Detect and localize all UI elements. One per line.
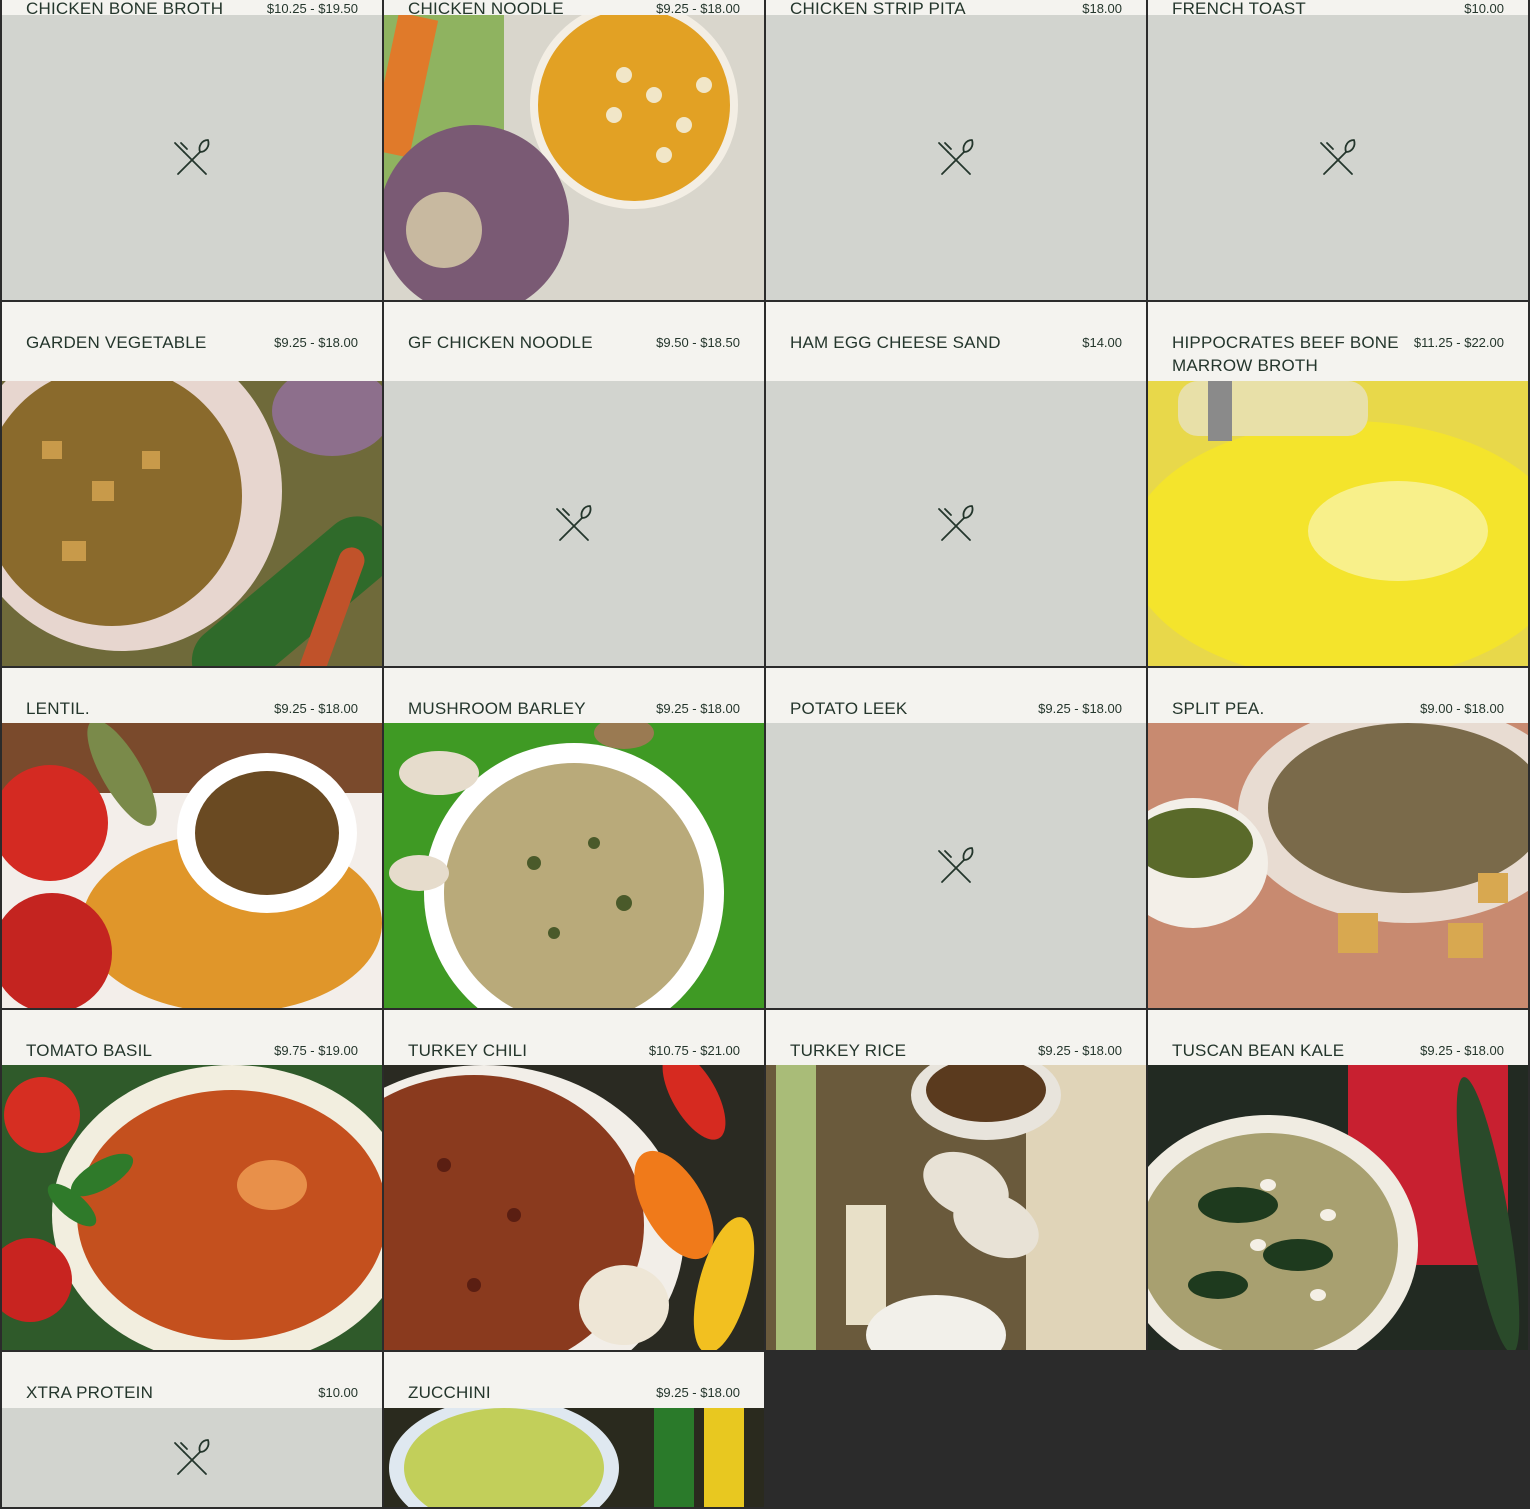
image-placeholder[interactable] (384, 381, 764, 666)
menu-item-card[interactable]: HAM EGG CHEESE SAND $14.00 (766, 302, 1146, 666)
menu-item-price: $11.25 - $22.00 (1413, 335, 1504, 350)
menu-item-card[interactable]: GARDEN VEGETABLE $9.25 - $18.00 (2, 302, 382, 666)
menu-item-photo[interactable] (1148, 1065, 1528, 1350)
menu-item-price: $9.25 - $18.00 (1038, 701, 1122, 716)
menu-item-card[interactable]: CHICKEN BONE BROTH $10.25 - $19.50 (2, 0, 382, 300)
menu-item-name: ZUCCHINI (408, 1383, 491, 1402)
fork-knife-icon (1320, 138, 1356, 175)
menu-item-card[interactable]: POTATO LEEK $9.25 - $18.00 (766, 668, 1146, 1008)
menu-item-price: $9.50 - $18.50 (656, 335, 740, 350)
menu-item-name: XTRA PROTEIN (26, 1383, 154, 1402)
menu-item-photo[interactable] (1148, 381, 1528, 666)
menu-item-name: LENTIL. (26, 699, 90, 718)
menu-item-name: GARDEN VEGETABLE (26, 333, 207, 352)
menu-item-card[interactable]: GF CHICKEN NOODLE $9.50 - $18.50 (384, 302, 764, 666)
menu-item-price: $9.25 - $18.00 (1420, 1043, 1504, 1058)
menu-item-name: HAM EGG CHEESE SAND (790, 333, 1001, 352)
menu-item-photo[interactable] (2, 723, 382, 1008)
menu-item-price: $10.75 - $21.00 (648, 1043, 740, 1058)
bone-marrow-broth-photo (1148, 381, 1528, 666)
menu-item-card[interactable]: LENTIL. $9.25 - $18.00 (2, 668, 382, 1008)
menu-item-name: TOMATO BASIL (26, 1041, 153, 1060)
menu-item-photo[interactable] (384, 15, 764, 300)
menu-item-card[interactable]: MUSHROOM BARLEY $9.25 - $18.00 (384, 668, 764, 1008)
menu-item-price: $14.00 (1082, 335, 1122, 350)
menu-item-price: $9.25 - $18.00 (656, 701, 740, 716)
menu-item-photo[interactable] (1148, 723, 1528, 1008)
menu-item-price: $10.00 (318, 1385, 358, 1400)
fork-knife-icon (938, 846, 974, 883)
menu-item-price: $9.75 - $19.00 (274, 1043, 358, 1058)
menu-item-price: $9.25 - $18.00 (1038, 1043, 1122, 1058)
fork-knife-icon (556, 504, 592, 541)
image-placeholder[interactable] (766, 723, 1146, 1008)
menu-item-card[interactable]: HIPPOCRATES BEEF BONE MARROW BROTH $11.25… (1148, 302, 1528, 666)
split-pea-soup-photo (1148, 723, 1528, 1008)
menu-item-photo[interactable] (2, 381, 382, 666)
menu-item-photo[interactable] (2, 1065, 382, 1350)
image-placeholder[interactable] (766, 381, 1146, 666)
menu-item-photo[interactable] (766, 1065, 1146, 1350)
menu-item-card[interactable]: FRENCH TOAST $10.00 (1148, 0, 1528, 300)
menu-item-photo[interactable] (384, 723, 764, 1008)
menu-item-card[interactable]: TUSCAN BEAN KALE $9.25 - $18.00 (1148, 1010, 1528, 1350)
tuscan-bean-kale-soup-photo (1148, 1065, 1528, 1350)
menu-item-name: SPLIT PEA. (1172, 699, 1265, 718)
tomato-basil-soup-photo (2, 1065, 382, 1350)
menu-item-card[interactable]: ZUCCHINI $9.25 - $18.00 (384, 1352, 764, 1507)
menu-item-card[interactable]: CHICKEN STRIP PITA $18.00 (766, 0, 1146, 300)
fork-knife-icon (174, 138, 210, 175)
menu-item-name: HIPPOCRATES BEEF BONE MARROW BROTH (1172, 333, 1399, 375)
menu-grid: CHICKEN BONE BROTH $10.25 - $19.50 CHICKE… (0, 0, 1530, 1509)
turkey-chili-photo (384, 1065, 764, 1350)
menu-item-photo[interactable] (384, 1408, 764, 1507)
menu-item-price: $9.25 - $18.00 (274, 335, 358, 350)
turkey-rice-soup-photo (766, 1065, 1146, 1350)
mushroom-barley-soup-photo (384, 723, 764, 1008)
chicken-noodle-soup-photo (384, 15, 764, 300)
menu-item-card[interactable]: TURKEY CHILI $10.75 - $21.00 (384, 1010, 764, 1350)
menu-item-name: TURKEY CHILI (408, 1041, 528, 1060)
image-placeholder[interactable] (1148, 15, 1528, 300)
menu-item-card[interactable]: CHICKEN NOODLE $9.25 - $18.00 (384, 0, 764, 300)
image-placeholder[interactable] (2, 1408, 382, 1507)
menu-item-price: $9.25 - $18.00 (274, 701, 358, 716)
fork-knife-icon (938, 138, 974, 175)
menu-item-name: GF CHICKEN NOODLE (408, 333, 593, 352)
menu-item-card[interactable]: SPLIT PEA. $9.00 - $18.00 (1148, 668, 1528, 1008)
lentil-soup-photo (2, 723, 382, 1008)
menu-item-card[interactable]: XTRA PROTEIN $10.00 (2, 1352, 382, 1507)
menu-item-name: TUSCAN BEAN KALE (1172, 1041, 1345, 1060)
fork-knife-icon (174, 1438, 210, 1475)
garden-vegetable-soup-photo (2, 381, 382, 666)
menu-item-card[interactable]: TURKEY RICE $9.25 - $18.00 (766, 1010, 1146, 1350)
menu-item-photo[interactable] (384, 1065, 764, 1350)
menu-item-card[interactable]: TOMATO BASIL $9.75 - $19.00 (2, 1010, 382, 1350)
zucchini-soup-photo (384, 1408, 764, 1507)
menu-item-name: POTATO LEEK (790, 699, 908, 718)
fork-knife-icon (938, 504, 974, 541)
menu-item-price: $9.00 - $18.00 (1420, 701, 1504, 716)
menu-item-name: TURKEY RICE (790, 1041, 907, 1060)
image-placeholder[interactable] (2, 15, 382, 300)
menu-item-price: $9.25 - $18.00 (656, 1385, 740, 1400)
image-placeholder[interactable] (766, 15, 1146, 300)
menu-item-name: MUSHROOM BARLEY (408, 699, 586, 718)
